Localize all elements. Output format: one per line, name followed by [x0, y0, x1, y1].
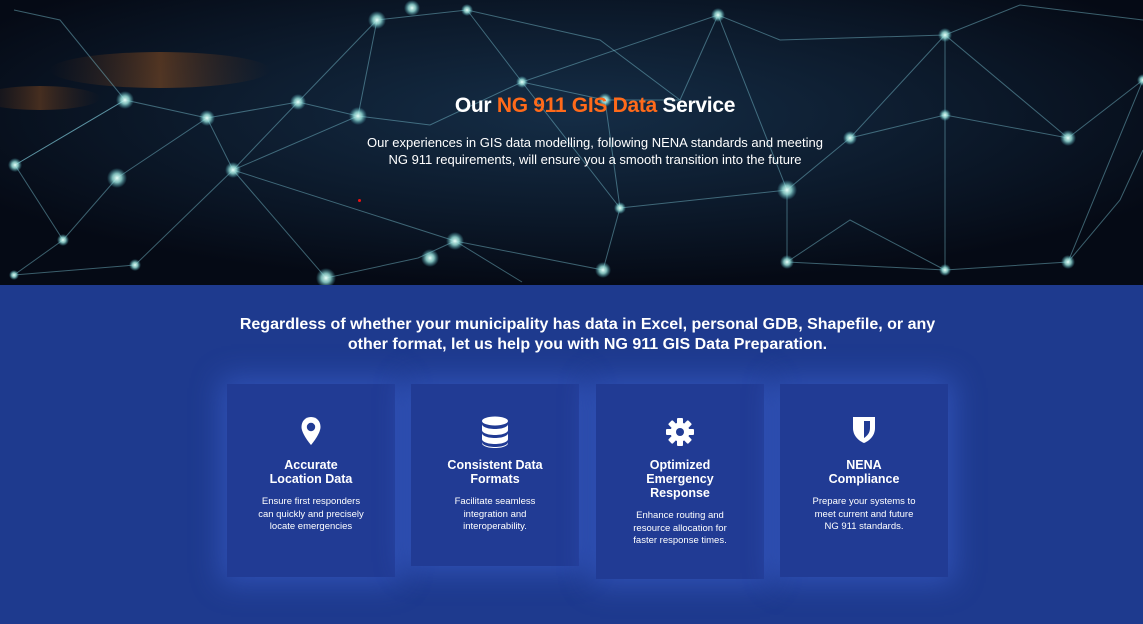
- feature-title: Accurate Location Data: [269, 458, 353, 486]
- feature-title: Consistent Data Formats: [447, 458, 543, 486]
- feature-description: Enhance routing and resource allocation …: [633, 510, 727, 546]
- feature-description: Prepare your systems to meet current and…: [812, 496, 916, 532]
- database-icon: [411, 416, 579, 448]
- red-dot-marker: [358, 199, 361, 202]
- title-accent: NG 911 GIS Data: [496, 94, 657, 117]
- title-suffix: Service: [656, 94, 736, 117]
- feature-card-consistent-formats: Consistent Data Formats Facilitate seaml…: [411, 384, 579, 566]
- feature-card-optimized-response: Optimized Emergency Response Enhance rou…: [596, 384, 764, 579]
- location-pin-icon: [227, 416, 395, 448]
- page-title: Our NG 911 GIS Data Service: [0, 94, 1143, 118]
- intro-text: Regardless of whether your municipality …: [239, 316, 936, 353]
- gear-icon: [596, 418, 764, 450]
- feature-description: Facilitate seamless integration and inte…: [454, 496, 536, 532]
- features-section: Regardless of whether your municipality …: [0, 285, 1143, 624]
- title-prefix: Our: [454, 94, 497, 117]
- hero-content: Our NG 911 GIS Data Service Our experien…: [0, 0, 1143, 285]
- feature-card-nena-compliance: NENA Compliance Prepare your systems to …: [780, 384, 948, 577]
- feature-title: Optimized Emergency Response: [646, 458, 714, 500]
- hero-subtitle: Our experiences in GIS data modelling, f…: [367, 135, 823, 167]
- feature-card-accurate-location: Accurate Location Data Ensure first resp…: [227, 384, 395, 577]
- shield-icon: [780, 416, 948, 448]
- feature-title: NENA Compliance: [828, 458, 900, 486]
- hero-section: Our NG 911 GIS Data Service Our experien…: [0, 0, 1143, 285]
- feature-description: Ensure first responders can quickly and …: [258, 496, 364, 532]
